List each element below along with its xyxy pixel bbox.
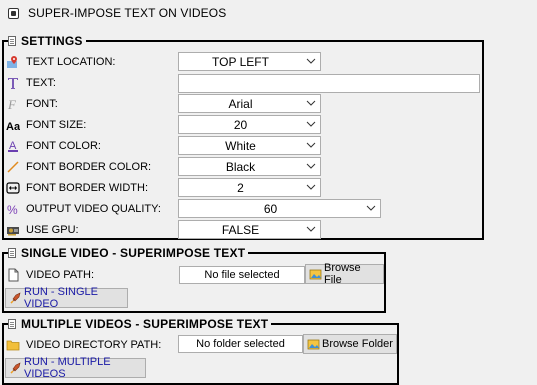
font-icon: F — [6, 97, 20, 111]
document-icon — [8, 248, 16, 258]
rocket-icon — [9, 361, 22, 375]
svg-text:%: % — [7, 203, 18, 216]
chevron-down-icon — [306, 163, 316, 169]
document-icon — [8, 36, 16, 46]
text-row: TEXT: — [6, 73, 56, 92]
chevron-down-icon — [306, 184, 316, 190]
font-size-select[interactable]: 20 — [178, 115, 321, 134]
font-border-color-select[interactable]: Black — [178, 157, 321, 176]
output-video-quality-value: 60 — [263, 202, 278, 216]
font-color-icon: A — [6, 139, 20, 153]
multiple-videos-title: MULTIPLE VIDEOS - SUPERIMPOSE TEXT — [21, 317, 269, 331]
font-color-select[interactable]: White — [178, 136, 321, 155]
chevron-down-icon — [306, 100, 316, 106]
font-value: Arial — [228, 97, 253, 111]
run-single-video-button[interactable]: RUN - SINGLE VIDEO — [5, 286, 128, 310]
font-border-color-row: FONT BORDER COLOR: — [6, 157, 151, 176]
app-icon — [8, 8, 19, 19]
chevron-down-icon — [306, 142, 316, 148]
gpu-card-icon — [6, 223, 20, 237]
chevron-down-icon — [306, 58, 316, 64]
run-single-video-label: RUN - SINGLE VIDEO — [24, 286, 98, 310]
chevron-down-icon — [366, 205, 376, 211]
multiple-videos-group-header: MULTIPLE VIDEOS - SUPERIMPOSE TEXT — [8, 317, 272, 331]
text-location-row: TEXT LOCATION: — [6, 52, 115, 71]
video-directory-path-row: VIDEO DIRECTORY PATH: — [6, 335, 161, 354]
font-size-label: FONT SIZE: — [26, 118, 87, 131]
map-pin-icon — [6, 55, 20, 69]
font-border-width-label: FONT BORDER WIDTH: — [26, 181, 149, 194]
text-tool-icon — [6, 76, 20, 90]
settings-group-header: SETTINGS — [8, 34, 86, 48]
width-arrows-icon — [6, 181, 20, 195]
use-gpu-value: FALSE — [221, 223, 260, 237]
text-input[interactable] — [178, 74, 480, 93]
browse-file-button[interactable]: Browse File — [305, 262, 384, 286]
svg-text:F: F — [7, 97, 17, 111]
browse-file-label: Browse File — [324, 262, 361, 286]
font-color-label: FONT COLOR: — [26, 139, 101, 152]
font-border-width-select[interactable]: 2 — [178, 178, 321, 197]
line-icon — [6, 160, 20, 174]
video-path-row: VIDEO PATH: — [6, 265, 94, 284]
window-title: SUPER-IMPOSE TEXT ON VIDEOS — [28, 6, 227, 20]
svg-text:Aa: Aa — [6, 121, 20, 132]
output-video-quality-row: % OUTPUT VIDEO QUALITY: — [6, 199, 161, 218]
font-size-row: Aa FONT SIZE: — [6, 115, 86, 134]
document-icon — [8, 319, 16, 329]
use-gpu-label: USE GPU: — [26, 223, 79, 236]
output-video-quality-label: OUTPUT VIDEO QUALITY: — [26, 202, 161, 215]
title-bar: SUPER-IMPOSE TEXT ON VIDEOS — [0, 0, 537, 28]
font-label: FONT: — [26, 97, 58, 110]
video-directory-path-value: No folder selected — [178, 335, 303, 353]
video-directory-path-label: VIDEO DIRECTORY PATH: — [26, 338, 162, 351]
file-icon — [6, 268, 20, 282]
percent-icon: % — [6, 202, 20, 216]
single-video-group-header: SINGLE VIDEO - SUPERIMPOSE TEXT — [8, 246, 249, 260]
folder-icon — [6, 338, 20, 352]
video-path-value: No file selected — [179, 266, 305, 284]
chevron-down-icon — [306, 226, 316, 232]
run-multiple-videos-label: RUN - MULTIPLE VIDEOS — [24, 356, 111, 380]
font-border-color-label: FONT BORDER COLOR: — [26, 160, 152, 173]
settings-title: SETTINGS — [21, 34, 83, 48]
browse-folder-label: Browse Folder — [322, 338, 393, 350]
run-multiple-videos-button[interactable]: RUN - MULTIPLE VIDEOS — [5, 356, 146, 380]
text-location-select[interactable]: TOP LEFT — [178, 52, 321, 71]
font-border-width-value: 2 — [237, 181, 244, 195]
font-border-width-row: FONT BORDER WIDTH: — [6, 178, 148, 197]
font-color-row: A FONT COLOR: — [6, 136, 101, 155]
use-gpu-row: USE GPU: — [6, 220, 79, 239]
font-size-icon: Aa — [6, 118, 20, 132]
text-label: TEXT: — [26, 76, 56, 89]
video-path-label: VIDEO PATH: — [26, 268, 95, 281]
font-size-value: 20 — [233, 118, 248, 132]
font-color-value: White — [225, 139, 256, 153]
image-file-icon — [309, 268, 322, 281]
text-location-label: TEXT LOCATION: — [26, 55, 116, 68]
chevron-down-icon — [306, 121, 316, 127]
single-video-title: SINGLE VIDEO - SUPERIMPOSE TEXT — [21, 246, 246, 260]
font-border-color-value: Black — [225, 160, 256, 174]
font-select[interactable]: Arial — [178, 94, 321, 113]
font-row: F FONT: — [6, 94, 58, 113]
use-gpu-select[interactable]: FALSE — [178, 220, 321, 239]
text-location-value: TOP LEFT — [212, 55, 269, 69]
rocket-icon — [9, 291, 22, 305]
image-folder-icon — [307, 338, 320, 351]
output-video-quality-select[interactable]: 60 — [178, 199, 381, 218]
browse-folder-button[interactable]: Browse Folder — [303, 334, 397, 354]
